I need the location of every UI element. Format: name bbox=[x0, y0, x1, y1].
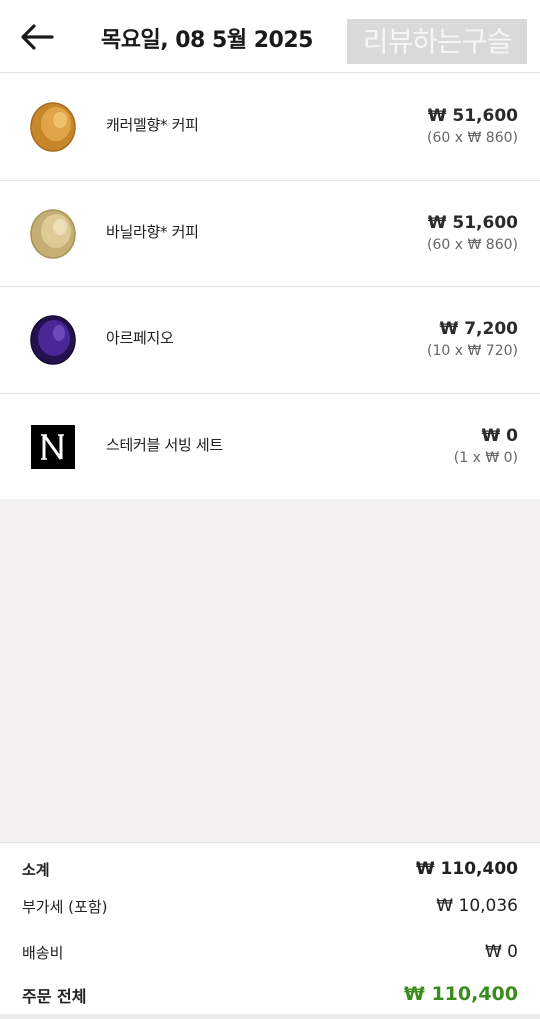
arpeggio-capsule-icon bbox=[26, 313, 80, 367]
order-item-row[interactable]: 스테커블 서빙 세트 ₩ 0 (1 x ₩ 0) bbox=[0, 393, 540, 500]
order-item-row[interactable]: 바닐라향* 커피 ₩ 51,600 (60 x ₩ 860) bbox=[0, 180, 540, 287]
vat-value: ₩ 10,036 bbox=[436, 896, 518, 916]
page-title: 목요일, 08 5월 2025 bbox=[101, 28, 313, 53]
shipping-row: 배송비 ₩ 0 bbox=[22, 942, 518, 968]
item-name: 스테커블 서빙 세트 bbox=[106, 435, 223, 454]
item-name: 아르페지오 bbox=[106, 329, 174, 347]
order-item-row[interactable]: 캐러멜향* 커피 ₩ 51,600 (60 x ₩ 860) bbox=[0, 74, 540, 181]
vanilla-capsule-icon bbox=[26, 207, 80, 261]
item-quantity-detail: (60 x ₩ 860) bbox=[427, 236, 518, 253]
subtotal-row: 소계 ₩ 110,400 bbox=[22, 859, 518, 885]
nespresso-logo-icon bbox=[26, 420, 80, 474]
total-label: 주문 전체 bbox=[22, 987, 87, 1006]
shipping-label: 배송비 bbox=[22, 944, 64, 962]
item-quantity-detail: (1 x ₩ 0) bbox=[453, 449, 518, 466]
back-button[interactable] bbox=[18, 18, 56, 56]
item-name: 바닐라향* 커피 bbox=[106, 222, 199, 241]
total-row: 주문 전체 ₩ 110,400 bbox=[22, 983, 518, 1009]
order-item-list: 캐러멜향* 커피 ₩ 51,600 (60 x ₩ 860) 바닐라향* 커피 … bbox=[0, 74, 540, 500]
order-item-row[interactable]: 아르페지오 ₩ 7,200 (10 x ₩ 720) bbox=[0, 287, 540, 394]
total-value: ₩ 110,400 bbox=[403, 983, 518, 1005]
subtotal-value: ₩ 110,400 bbox=[415, 859, 518, 879]
empty-area bbox=[0, 499, 540, 842]
subtotal-label: 소계 bbox=[22, 861, 50, 879]
item-quantity-detail: (60 x ₩ 860) bbox=[427, 130, 518, 146]
caramel-capsule-icon bbox=[26, 100, 80, 154]
item-price: ₩ 0 bbox=[481, 425, 519, 446]
shipping-value: ₩ 0 bbox=[484, 942, 518, 962]
arrow-left-icon bbox=[21, 24, 54, 50]
vat-label: 부가세 (포함) bbox=[22, 898, 108, 916]
app-header: 목요일, 08 5월 2025 리뷰하는구슬 bbox=[0, 0, 540, 73]
divider bbox=[0, 1014, 540, 1019]
item-name: 캐러멜향* 커피 bbox=[106, 116, 199, 134]
item-price: ₩ 51,600 bbox=[427, 106, 518, 126]
vat-row: 부가세 (포함) ₩ 10,036 bbox=[22, 896, 518, 922]
item-quantity-detail: (10 x ₩ 720) bbox=[427, 343, 518, 359]
watermark-overlay: 리뷰하는구슬 bbox=[347, 19, 527, 64]
order-summary: 소계 ₩ 110,400 부가세 (포함) ₩ 10,036 배송비 ₩ 0 주… bbox=[0, 842, 540, 1019]
item-price: ₩ 51,600 bbox=[427, 212, 518, 233]
item-price: ₩ 7,200 bbox=[439, 319, 518, 339]
